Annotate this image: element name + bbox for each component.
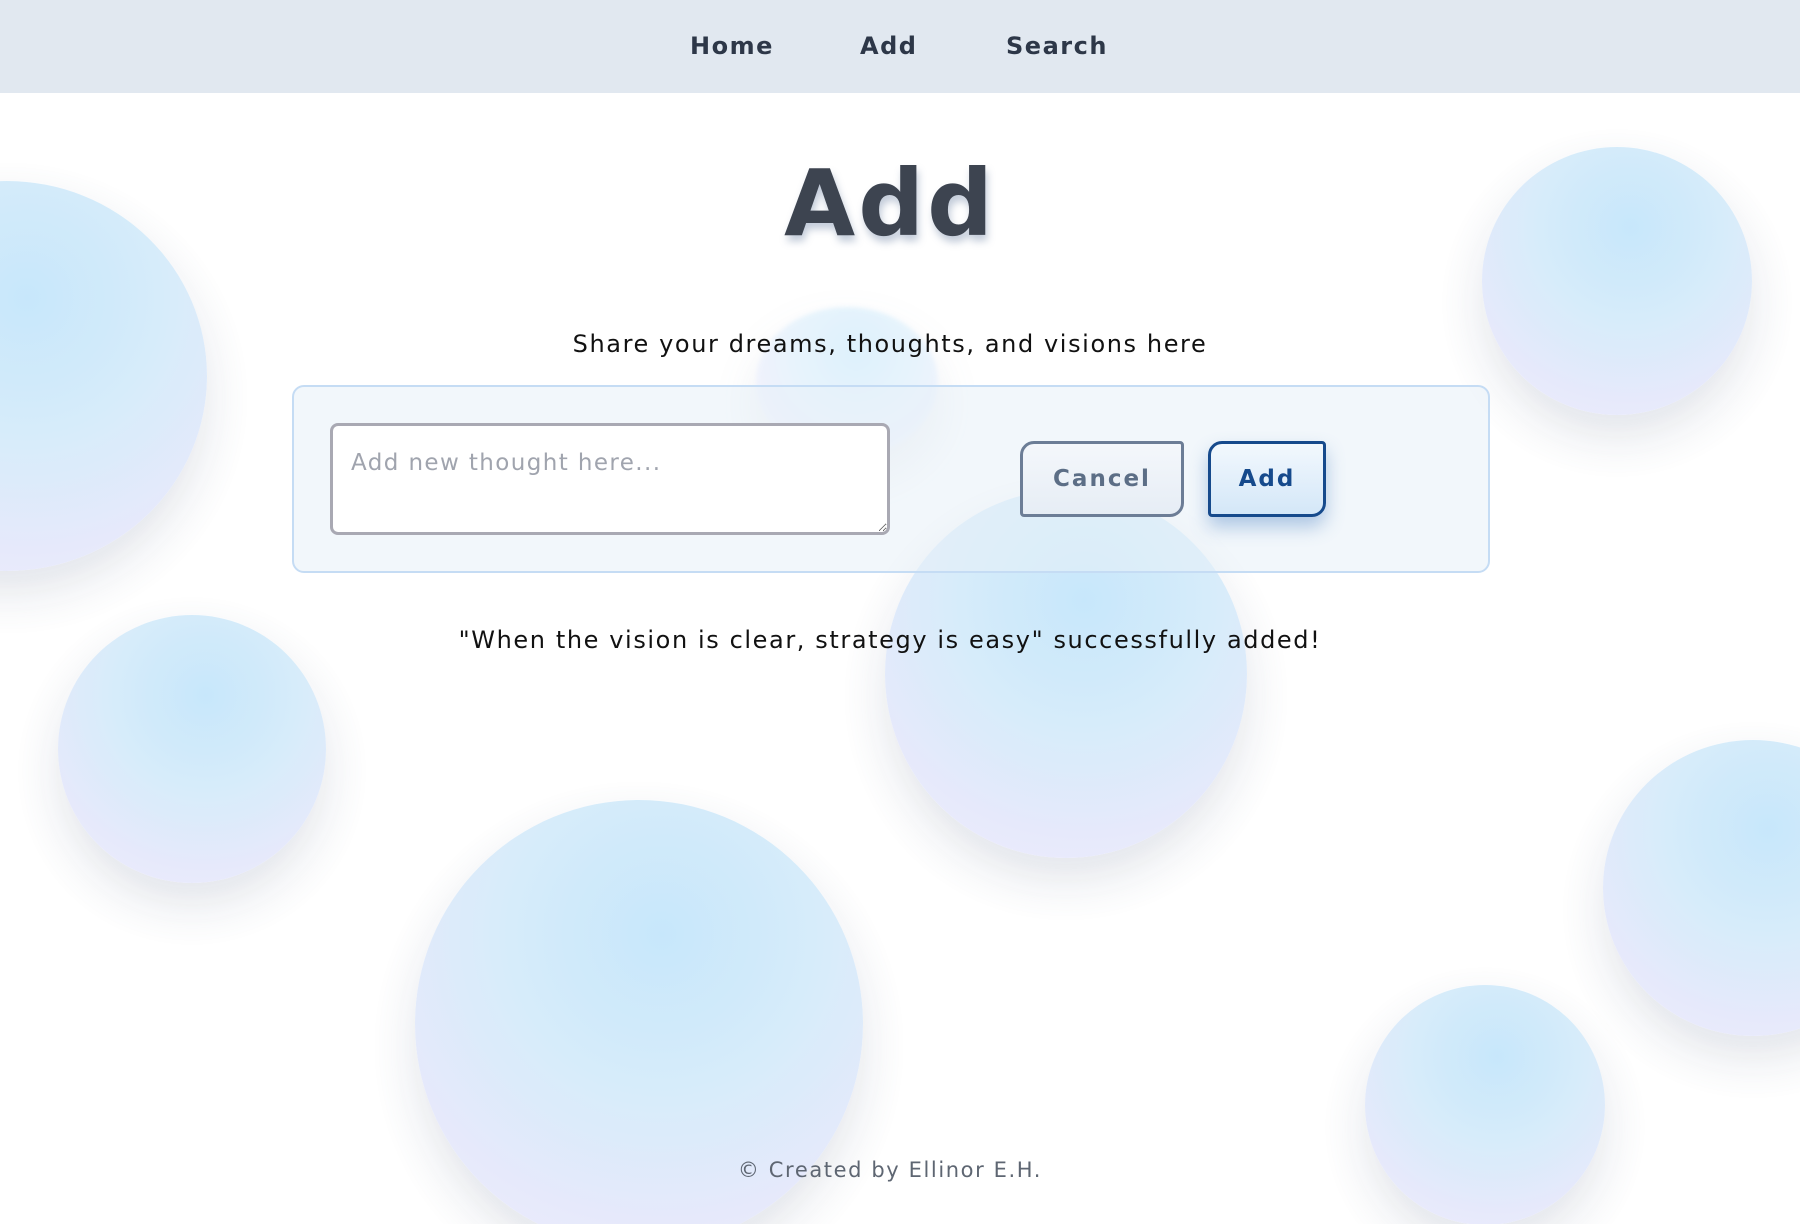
bubble-decoration <box>58 615 326 883</box>
thought-input[interactable] <box>330 423 890 535</box>
success-message: "When the vision is clear, strategy is e… <box>458 626 1322 654</box>
nav-search-link[interactable]: Search <box>1006 32 1108 60</box>
page-subtitle: Share your dreams, thoughts, and visions… <box>572 330 1208 358</box>
add-thought-form: Cancel Add <box>292 385 1490 573</box>
nav-add-link[interactable]: Add <box>860 32 917 60</box>
nav-home-link[interactable]: Home <box>690 32 774 60</box>
cancel-button[interactable]: Cancel <box>1020 441 1184 517</box>
page-title: Add <box>784 150 996 257</box>
bubble-decoration <box>1603 740 1800 1036</box>
add-button[interactable]: Add <box>1208 441 1326 517</box>
footer-credit: © Created by Ellinor E.H. <box>737 1158 1043 1182</box>
top-navbar: Home Add Search <box>0 0 1800 93</box>
bubble-decoration <box>1365 985 1605 1224</box>
